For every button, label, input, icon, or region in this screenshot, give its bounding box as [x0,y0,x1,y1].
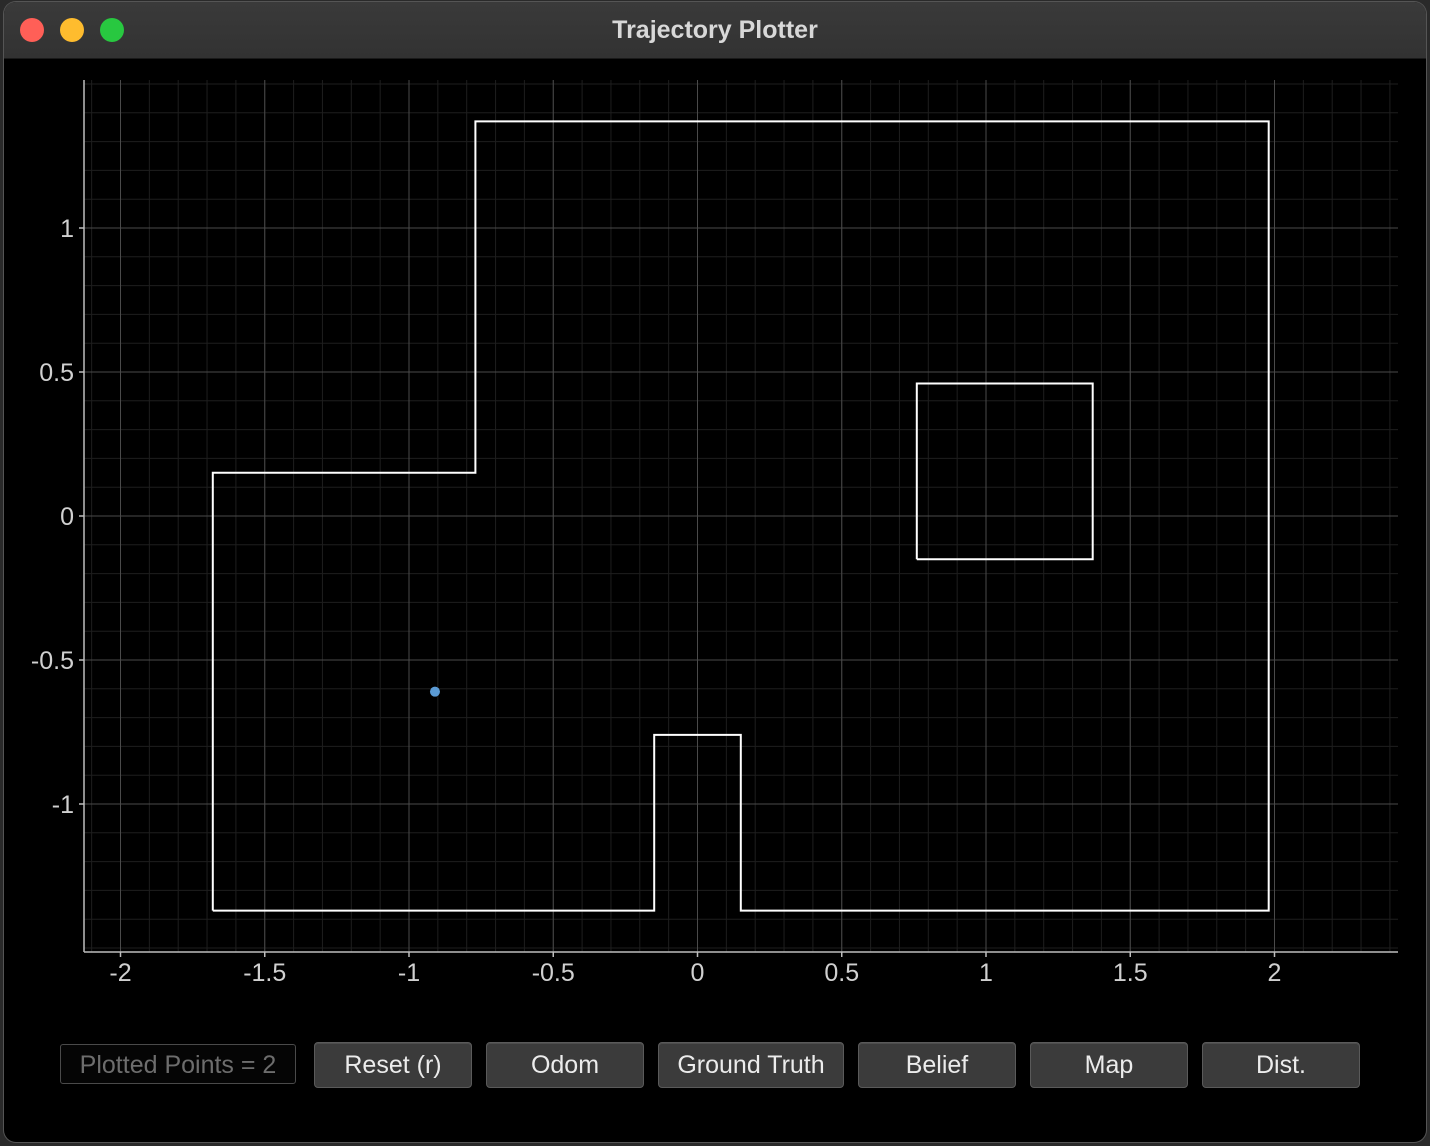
dist-button[interactable]: Dist. [1202,1042,1360,1088]
odom-button[interactable]: Odom [486,1042,644,1088]
y-tick-label: 1 [60,215,74,243]
x-tick-label: 1.5 [1113,959,1148,987]
title-bar[interactable]: Trajectory Plotter [4,2,1426,59]
belief-button[interactable]: Belief [858,1042,1016,1088]
x-tick-label: -1.5 [243,959,286,987]
x-tick-label: 1 [979,959,993,987]
y-tick-label: -0.5 [31,647,74,675]
x-tick-label: 0 [691,959,705,987]
y-tick-label: -1 [52,791,74,819]
x-tick-label: -0.5 [532,959,575,987]
plotted-points-field: Plotted Points = 2 [60,1044,296,1084]
y-tick-label: 0.5 [39,359,74,387]
window-title: Trajectory Plotter [612,16,818,44]
ground-truth-button[interactable]: Ground Truth [658,1042,844,1088]
reset-button[interactable]: Reset (r) [314,1042,472,1088]
trajectory-plot[interactable]: -2 -1.5 -1 -0.5 0 0.5 1 1.5 2 1 0.5 0 -0.5 -1 [4,59,1426,999]
trajectory-plotter-window: Trajectory Plotter -2 -1.5 -1 -0.5 0 0.5 1 1.5 2… [4,2,1426,1142]
y-tick-label: 0 [60,503,74,531]
x-tick-label: 2 [1268,959,1282,987]
x-tick-label: 0.5 [824,959,859,987]
map-button[interactable]: Map [1030,1042,1188,1088]
control-bar: Plotted Points = 2 Reset (r) Odom Ground… [4,1032,1426,1102]
x-tick-label: -2 [109,959,131,987]
x-tick-label: -1 [398,959,420,987]
plotted-point [429,686,440,697]
